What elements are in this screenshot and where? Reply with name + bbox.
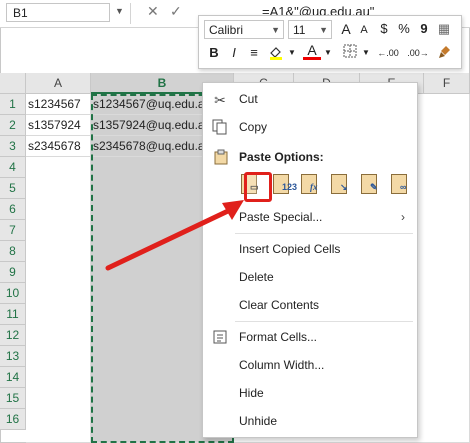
annotation-arrow <box>105 200 244 271</box>
